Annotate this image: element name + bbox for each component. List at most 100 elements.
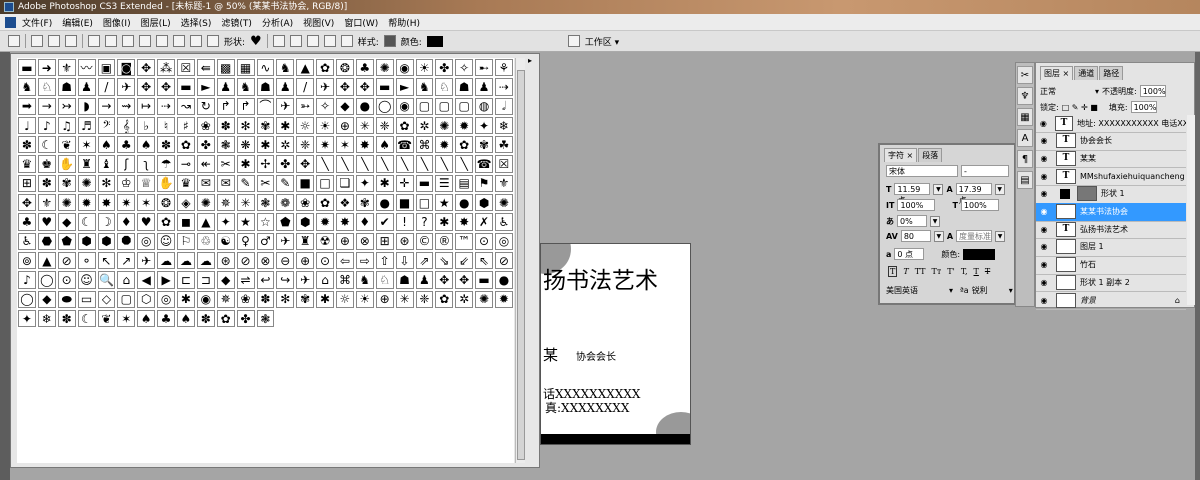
shape-swatch[interactable]: ⊘	[57, 251, 76, 270]
shape-swatch[interactable]: ╲	[316, 155, 334, 173]
shape-swatch[interactable]: ⯃	[117, 232, 136, 250]
shape-swatch[interactable]: ☀	[355, 290, 374, 308]
shape-swatch[interactable]: ⊕	[336, 116, 354, 135]
all-caps-button[interactable]: TT	[915, 267, 926, 276]
shape-swatch[interactable]: ✤	[236, 309, 255, 328]
brushes-icon[interactable]: ♆	[1017, 87, 1033, 105]
shape-swatch[interactable]: ✽	[196, 309, 215, 328]
layer-row[interactable]: ◉ 形状 1	[1036, 185, 1186, 204]
rounded-rect-icon[interactable]	[139, 35, 151, 47]
shape-swatch[interactable]: ⊗	[355, 232, 374, 250]
shape-swatch[interactable]: ⬢	[475, 194, 493, 212]
shape-swatch[interactable]: ❃	[256, 194, 275, 212]
shape-swatch[interactable]: ╲	[415, 155, 434, 173]
shape-swatch[interactable]: ◉	[395, 97, 414, 115]
shape-swatch[interactable]: ✦	[355, 174, 374, 193]
visibility-eye-icon[interactable]: ◉	[1036, 119, 1051, 128]
shape-swatch[interactable]: ∿	[256, 59, 275, 77]
shape-swatch[interactable]: ʅ	[137, 155, 156, 173]
underline-button[interactable]: T	[974, 267, 979, 276]
shape-swatch[interactable]: ✹	[316, 213, 334, 231]
shape-swatch[interactable]: !	[395, 213, 414, 231]
character-icon[interactable]: A	[1017, 129, 1033, 147]
shape-swatch[interactable]: ⇖	[475, 251, 493, 270]
shape-swatch[interactable]: ☁	[157, 251, 175, 270]
shape-swatch[interactable]: ⊚	[18, 251, 36, 270]
shape-swatch[interactable]: ▲	[196, 213, 215, 231]
shape-swatch[interactable]: ●	[375, 194, 394, 212]
shape-swatch[interactable]: ✎	[276, 174, 295, 193]
shape-swatch[interactable]: 〰	[77, 59, 96, 77]
shape-swatch[interactable]: ✺	[435, 116, 454, 135]
shape-swatch[interactable]: 𝄢	[97, 116, 116, 135]
shape-swatch[interactable]: ♣	[18, 213, 36, 231]
visibility-eye-icon[interactable]: ◉	[1036, 172, 1052, 181]
menu-filter[interactable]: 滤镜(T)	[221, 16, 252, 29]
shape-swatch[interactable]: ⬢	[97, 232, 116, 250]
shape-swatch[interactable]: ❃	[256, 309, 275, 328]
shape-swatch[interactable]: ✱	[256, 136, 275, 154]
language-select[interactable]: 美国英语	[886, 285, 946, 296]
shape-swatch[interactable]: ✧	[455, 59, 474, 77]
shape-swatch[interactable]: ◯	[18, 290, 36, 308]
shape-swatch[interactable]: ◆	[57, 213, 76, 231]
shape-swatch[interactable]: ◀	[137, 271, 156, 289]
shape-swatch[interactable]: ■	[296, 174, 315, 193]
shape-swatch[interactable]: ✱	[177, 290, 195, 308]
shape-swatch[interactable]: ♞	[355, 271, 374, 289]
shape-swatch[interactable]: ➸	[475, 59, 493, 77]
shape-swatch[interactable]: ▭	[77, 290, 96, 308]
shape-swatch[interactable]: ✽	[57, 309, 76, 328]
dropdown-arrow[interactable]: ▾	[949, 286, 953, 295]
shape-swatch[interactable]: ⌂	[117, 271, 136, 289]
shape-swatch[interactable]: ♔	[117, 174, 136, 193]
shape-swatch[interactable]: ✱	[276, 116, 295, 135]
shape-swatch[interactable]: ↻	[196, 97, 215, 115]
fill-pixels-button[interactable]	[65, 35, 77, 47]
shape-swatch[interactable]: ✥	[137, 78, 156, 96]
shape-swatch[interactable]: ◯	[37, 271, 56, 289]
shape-swatch[interactable]: ✦	[475, 116, 493, 135]
shape-swatch[interactable]: ◇	[97, 290, 116, 308]
shape-swatch[interactable]: ▤	[455, 174, 474, 193]
rectangle-tool-icon[interactable]	[122, 35, 134, 47]
shape-swatch[interactable]: ✸	[97, 194, 116, 212]
opacity-field[interactable]: 100%	[1139, 85, 1166, 97]
shape-swatch[interactable]: ⇨	[355, 251, 374, 270]
bridge-icon[interactable]	[567, 35, 580, 47]
shape-swatch[interactable]: ■	[395, 194, 414, 212]
shape-swatch[interactable]: ⌒	[256, 97, 275, 115]
shape-swatch[interactable]: ✵	[216, 290, 235, 308]
shape-swatch[interactable]: ☽	[97, 213, 116, 231]
shape-swatch[interactable]: ☯	[216, 232, 235, 250]
layer-comps-icon[interactable]: ▤	[1017, 171, 1033, 189]
shape-swatch[interactable]: ★	[236, 213, 255, 231]
shape-swatch[interactable]: ⌂	[316, 271, 334, 289]
shape-swatch[interactable]: ↩	[256, 271, 275, 289]
shape-swatch[interactable]: ✿	[455, 136, 474, 154]
shape-swatch[interactable]: ✲	[455, 290, 474, 308]
shape-swatch[interactable]: ⌘	[336, 271, 354, 289]
shape-swatch[interactable]: ↝	[177, 97, 195, 115]
tab-paths[interactable]: 路径	[1099, 66, 1124, 80]
shape-swatch[interactable]: ⊛	[216, 251, 235, 270]
shape-swatch[interactable]: ✷	[117, 194, 136, 212]
shape-swatch[interactable]: ↱	[236, 97, 255, 115]
dropdown-arrow[interactable]: ▼	[995, 230, 1006, 242]
shape-swatch[interactable]: ⚑	[475, 174, 493, 193]
pen-tool-icon[interactable]	[88, 35, 100, 47]
clone-source-icon[interactable]: ▦	[1017, 108, 1033, 126]
shape-swatch[interactable]: ♟	[475, 78, 493, 96]
visibility-eye-icon[interactable]: ◉	[1036, 296, 1052, 305]
shape-swatch[interactable]: ♯	[177, 116, 195, 135]
shape-swatch[interactable]: ◗	[77, 97, 96, 115]
shape-swatch[interactable]: ◎	[495, 232, 513, 250]
shape-swatch[interactable]: ☾	[37, 136, 56, 154]
shape-swatch[interactable]: ◆	[216, 271, 235, 289]
subtract-icon[interactable]	[306, 35, 319, 47]
visibility-eye-icon[interactable]: ◉	[1036, 278, 1052, 287]
shape-swatch[interactable]: ♣	[117, 136, 136, 154]
shape-swatch[interactable]: ◆	[336, 97, 354, 115]
shape-swatch[interactable]: ?	[415, 213, 434, 231]
shape-swatch[interactable]: ♿	[495, 213, 513, 231]
